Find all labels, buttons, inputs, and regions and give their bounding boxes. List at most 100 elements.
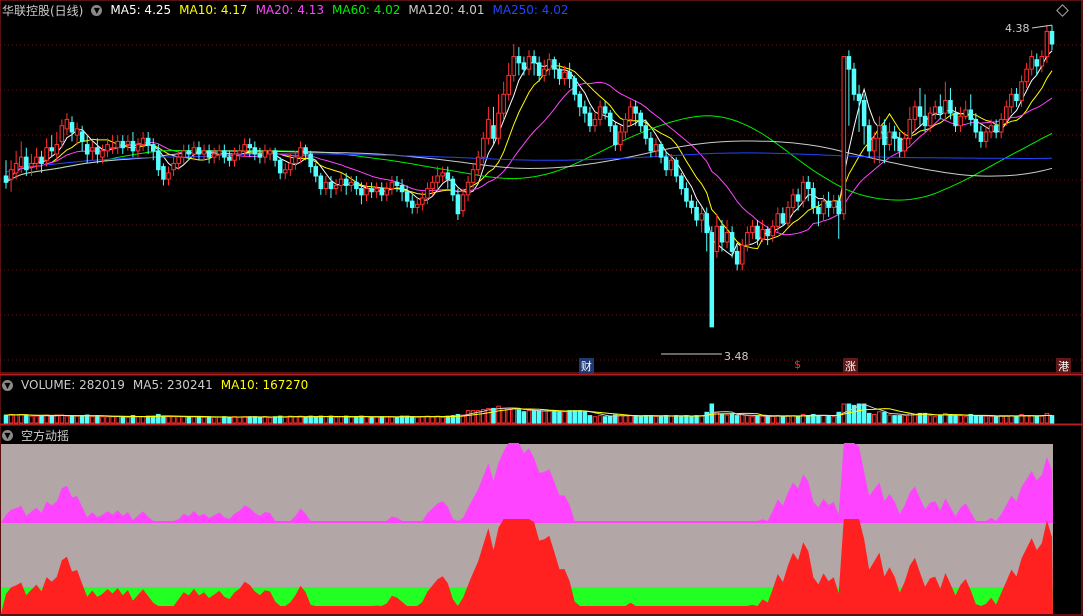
volume-bar <box>262 416 268 424</box>
candle-body <box>780 213 786 224</box>
volume-bar <box>526 410 532 424</box>
candle-body <box>64 118 70 130</box>
candle <box>516 47 522 76</box>
candle-body <box>978 131 984 142</box>
indicator-panel[interactable]: ▼ 空方动摇 <box>0 424 1083 616</box>
candle-body <box>95 147 100 155</box>
candle <box>521 56 527 76</box>
candle <box>496 94 501 145</box>
candle <box>105 138 110 158</box>
event-marker-3[interactable]: 港 <box>1056 358 1072 374</box>
candle <box>354 176 359 195</box>
candle-body <box>1034 59 1040 67</box>
volume-bar <box>547 410 552 424</box>
candle-body <box>450 178 456 196</box>
candle <box>897 132 902 158</box>
candle-body <box>724 232 730 243</box>
candle-body <box>181 150 186 158</box>
candle-body <box>714 225 720 252</box>
candle-body <box>877 125 882 139</box>
volume-bar <box>364 416 369 424</box>
candle <box>1029 50 1034 76</box>
candle-body <box>379 188 385 196</box>
candle-body <box>354 181 359 190</box>
chevron-down-icon[interactable]: ▼ <box>2 379 13 391</box>
indicator-title: 空方动摇 <box>21 428 70 443</box>
volume-bar <box>988 416 994 424</box>
candle-body <box>547 59 552 70</box>
candle-body <box>953 112 958 127</box>
candle-body <box>267 150 273 155</box>
candle <box>618 125 623 151</box>
volume-bar <box>902 415 908 424</box>
candle-body <box>277 159 283 174</box>
candle <box>272 147 278 167</box>
candle <box>1009 88 1014 114</box>
candle-body <box>145 137 151 146</box>
volume-bar <box>303 416 308 424</box>
volume-bar <box>745 415 750 424</box>
candle <box>526 50 532 76</box>
candle-body <box>384 188 390 196</box>
candle-body <box>562 71 567 80</box>
volume-bar <box>293 416 298 424</box>
candle-body <box>607 112 613 127</box>
candle-body <box>943 100 948 114</box>
candle <box>877 116 882 164</box>
candle <box>607 110 613 132</box>
event-marker-2[interactable]: 涨 <box>842 358 858 374</box>
candle-body <box>582 106 588 114</box>
candle <box>425 182 430 205</box>
candle <box>318 172 324 195</box>
chevron-down-icon[interactable]: ▼ <box>2 429 13 441</box>
volume-panel[interactable]: ▼ VOLUME: 282019 MA5: 230241 MA10: 16727… <box>0 374 1083 425</box>
high-pointer <box>1031 24 1053 29</box>
volume-bar <box>511 407 517 424</box>
volume-bar <box>349 416 354 424</box>
candle <box>1044 25 1050 63</box>
candle-body <box>359 188 364 196</box>
candlestick-chart[interactable] <box>0 0 1083 374</box>
candle-body <box>399 184 405 193</box>
candle <box>267 147 273 161</box>
candle-body <box>531 56 537 64</box>
volume-bar <box>877 411 882 424</box>
candle <box>689 194 694 214</box>
candle <box>374 182 379 198</box>
volume-bar <box>516 409 522 424</box>
candle <box>841 56 847 220</box>
volume-bar <box>795 415 801 424</box>
volume-bar <box>237 416 242 424</box>
candle <box>460 188 466 217</box>
volume-bar <box>780 416 786 424</box>
main-chart-panel[interactable]: 华联控股(日线) ▼ MA5: 4.25 MA10: 4.17 MA20: 4.13… <box>0 0 1083 374</box>
candle-body <box>577 93 583 108</box>
volume-bar <box>633 415 638 424</box>
candle <box>404 185 410 208</box>
candle-body <box>932 106 938 114</box>
volume-bar <box>821 415 826 424</box>
candle-body <box>120 140 126 149</box>
candle-body <box>968 109 974 120</box>
candle-body <box>948 100 953 114</box>
candle <box>968 94 974 126</box>
candle-body <box>1009 93 1014 108</box>
candle-body <box>29 162 34 168</box>
candle-body <box>775 213 781 227</box>
event-marker-0[interactable]: 财 <box>578 358 594 374</box>
volume-bar <box>897 415 902 424</box>
candle <box>577 91 583 117</box>
candle-body <box>1049 30 1055 45</box>
candle-body <box>907 118 913 139</box>
volume-bar <box>1029 415 1034 424</box>
candle-body <box>313 166 319 177</box>
candle-body <box>897 137 902 152</box>
volume-bar <box>882 411 887 424</box>
event-marker-1[interactable]: $ <box>792 358 803 371</box>
chevron-down-icon[interactable]: ▼ <box>91 4 103 16</box>
candle-body <box>470 169 476 183</box>
candle-body <box>633 106 638 114</box>
candle-body <box>521 62 527 70</box>
candle <box>1024 62 1029 88</box>
candle <box>927 106 933 132</box>
